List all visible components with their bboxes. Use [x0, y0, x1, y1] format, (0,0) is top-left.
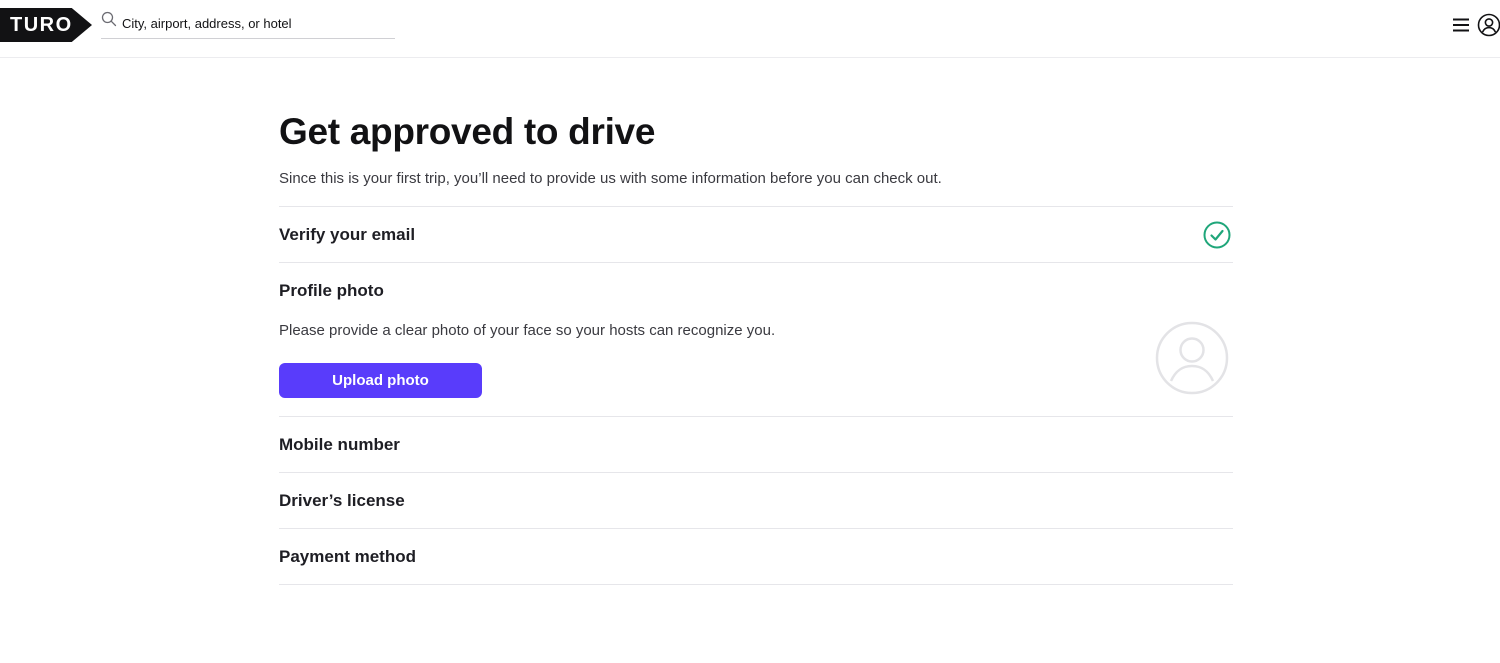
top-header: TURO	[0, 0, 1500, 58]
page-subtitle: Since this is your first trip, you’ll ne…	[279, 170, 942, 187]
step-verify-email[interactable]: Verify your email	[279, 207, 1233, 263]
step-title: Mobile number	[279, 435, 400, 454]
account-icon[interactable]	[1477, 13, 1500, 37]
step-title: Driver’s license	[279, 491, 405, 510]
page-title: Get approved to drive	[279, 111, 656, 152]
step-drivers-license[interactable]: Driver’s license	[279, 473, 1233, 529]
step-title: Payment method	[279, 547, 416, 566]
check-circle-icon	[1203, 221, 1231, 249]
upload-photo-button[interactable]: Upload photo	[279, 363, 482, 398]
step-title: Verify your email	[279, 225, 416, 244]
turo-logo[interactable]: TURO	[0, 8, 92, 42]
step-profile-photo: Profile photo Please provide a clear pho…	[279, 263, 1233, 417]
search-icon	[101, 11, 117, 27]
approval-steps-list: Verify your email Profile photo Please p…	[279, 206, 1233, 585]
step-description: Please provide a clear photo of your fac…	[279, 322, 776, 339]
step-title: Profile photo	[279, 281, 384, 300]
search-input[interactable]	[122, 14, 392, 32]
search-bar[interactable]	[101, 10, 395, 39]
step-mobile-number[interactable]: Mobile number	[279, 417, 1233, 473]
main-content: Get approved to drive Since this is your…	[279, 108, 1233, 585]
step-payment-method[interactable]: Payment method	[279, 529, 1233, 585]
hamburger-menu-icon[interactable]	[1452, 17, 1470, 33]
logo-text: TURO	[10, 13, 73, 36]
user-avatar-icon	[1155, 321, 1229, 395]
